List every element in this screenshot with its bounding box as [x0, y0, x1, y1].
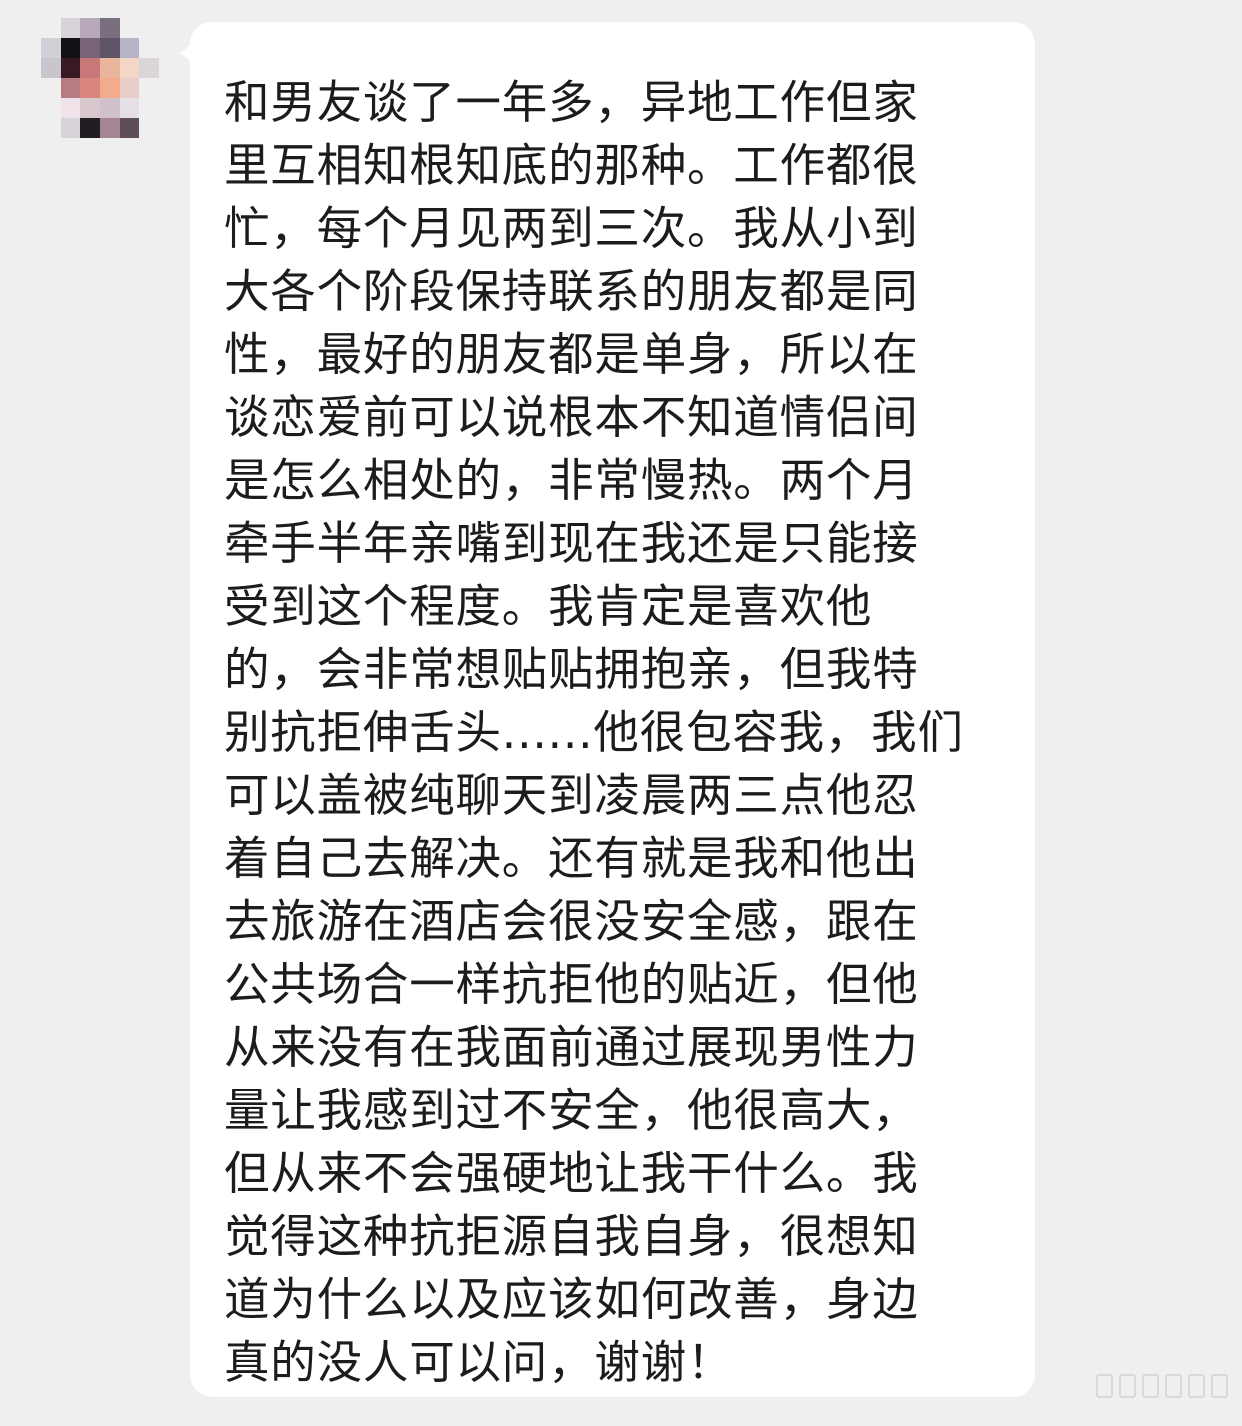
message-line: 但从来不会强硬地让我干什么。我: [224, 1147, 919, 1200]
message-line: 的，会非常想贴贴拥抱亲，但我特: [224, 643, 919, 696]
message-line: 从来没有在我面前通过展现男性力: [224, 1021, 919, 1074]
watermark-bar-icon: [1119, 1374, 1136, 1398]
message-line: 量让我感到过不安全，他很高大，: [224, 1084, 919, 1137]
message-line: 大各个阶段保持联系的朋友都是同: [224, 265, 919, 318]
message-bubble[interactable]: 和男友谈了一年多，异地工作但家 里互相知根知底的那种。工作都很 忙，每个月见两到…: [190, 22, 1035, 1397]
message-line: 公共场合一样抗拒他的贴近，但他: [224, 958, 919, 1011]
message-text: 和男友谈了一年多，异地工作但家 里互相知根知底的那种。工作都很 忙，每个月见两到…: [224, 71, 984, 1394]
message-line: 里互相知根知底的那种。工作都很: [224, 139, 919, 192]
message-line: 去旅游在酒店会很没安全感，跟在: [224, 895, 919, 948]
watermark-bar-icon: [1096, 1374, 1113, 1398]
message-line: 可以盖被纯聊天到凌晨两三点他忍: [224, 769, 919, 822]
chat-message-row: 和男友谈了一年多，异地工作但家 里互相知根知底的那种。工作都很 忙，每个月见两到…: [0, 0, 1242, 1426]
message-line: 性，最好的朋友都是单身，所以在: [224, 328, 919, 381]
message-line: 别抗拒伸舌头......他很包容我，我们: [224, 706, 964, 759]
watermark-bar-icon: [1211, 1374, 1228, 1398]
watermark-icon: [1096, 1374, 1228, 1398]
message-line: 觉得这种抗拒源自我自身，很想知: [224, 1210, 919, 1263]
message-line: 谈恋爱前可以说根本不知道情侣间: [224, 391, 919, 444]
message-line: 着自己去解决。还有就是我和他出: [224, 832, 919, 885]
message-line: 是怎么相处的，非常慢热。两个月: [224, 454, 919, 507]
message-line: 真的没人可以问，谢谢！: [224, 1336, 734, 1389]
watermark-bar-icon: [1142, 1374, 1159, 1398]
watermark-bar-icon: [1188, 1374, 1205, 1398]
message-line: 牵手半年亲嘴到现在我还是只能接: [224, 517, 919, 570]
message-line: 受到这个程度。我肯定是喜欢他: [224, 580, 873, 633]
watermark-bar-icon: [1165, 1374, 1182, 1398]
message-line: 和男友谈了一年多，异地工作但家: [224, 76, 919, 129]
message-line: 道为什么以及应该如何改善，身边: [224, 1273, 919, 1326]
message-line: 忙，每个月见两到三次。我从小到: [224, 202, 919, 255]
pixelated-avatar-icon[interactable]: [41, 18, 159, 138]
